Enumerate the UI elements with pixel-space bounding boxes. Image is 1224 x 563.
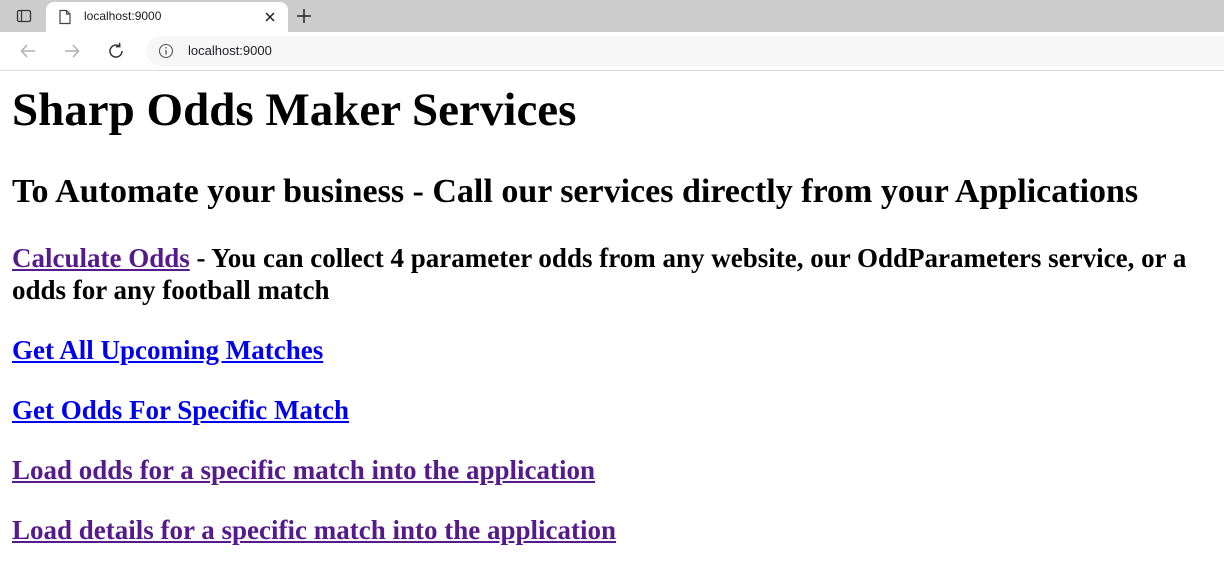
calculate-odds-section: Calculate Odds - You can collect 4 param… [12, 242, 1224, 306]
new-tab-icon[interactable] [294, 6, 314, 26]
calculate-odds-description-continued: odds for any football match [12, 275, 330, 305]
info-icon[interactable] [158, 43, 174, 59]
tab-title: localhost:9000 [84, 9, 162, 23]
refresh-icon[interactable] [106, 41, 126, 61]
load-odds-link[interactable]: Load odds for a specific match into the … [12, 455, 595, 485]
forward-icon[interactable] [62, 41, 82, 61]
get-odds-for-specific-match-link[interactable]: Get Odds For Specific Match [12, 395, 349, 425]
browser-tab[interactable]: localhost:9000 [46, 2, 288, 32]
address-bar[interactable]: localhost:9000 [146, 36, 1224, 66]
page-title: Sharp Odds Maker Services [12, 84, 577, 136]
upcoming-matches-heading: Get All Upcoming Matches [12, 334, 1224, 366]
page-subtitle: To Automate your business - Call our ser… [12, 173, 1139, 210]
browser-toolbar: localhost:9000 [0, 32, 1224, 71]
close-icon[interactable] [263, 10, 277, 24]
back-icon[interactable] [18, 41, 38, 61]
load-odds-heading: Load odds for a specific match into the … [12, 454, 1224, 486]
load-details-link[interactable]: Load details for a specific match into t… [12, 515, 616, 545]
get-all-upcoming-matches-link[interactable]: Get All Upcoming Matches [12, 335, 323, 365]
tab-actions-button[interactable] [8, 4, 40, 28]
load-details-heading: Load details for a specific match into t… [12, 514, 1224, 546]
page-content: Sharp Odds Maker Services To Automate yo… [0, 71, 1224, 563]
calculate-odds-description: - You can collect 4 parameter odds from … [189, 243, 1187, 273]
specific-match-odds-heading: Get Odds For Specific Match [12, 394, 1224, 426]
calculate-odds-line: Calculate Odds - You can collect 4 param… [12, 242, 1224, 274]
tab-strip: localhost:9000 [0, 0, 1224, 32]
calculate-odds-link[interactable]: Calculate Odds [12, 243, 190, 273]
page-icon [59, 9, 71, 25]
tab-actions-icon [16, 9, 32, 23]
url-text: localhost:9000 [188, 43, 272, 58]
